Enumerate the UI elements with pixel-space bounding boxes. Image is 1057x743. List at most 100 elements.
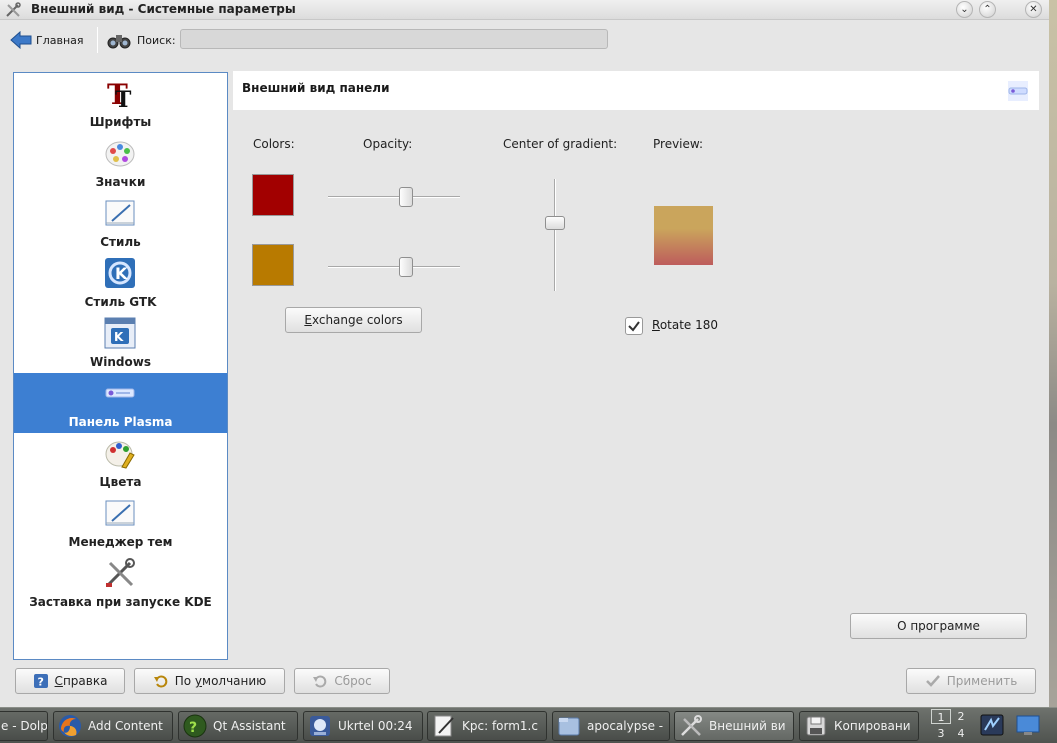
show-desktop-icon[interactable] <box>1015 712 1041 738</box>
sidebar-item-icons[interactable]: Значки <box>14 133 227 193</box>
color2-button[interactable] <box>252 244 294 286</box>
plasma-panel-icon <box>105 388 135 398</box>
plasma-panel-icon <box>1008 81 1028 101</box>
rotate-180-checkbox[interactable] <box>625 317 643 335</box>
task-qt-assistant[interactable]: ? Qt Assistant <box>178 711 298 741</box>
style-icon <box>105 200 135 226</box>
task-label: Ukrtel 00:24 <box>338 719 413 733</box>
page-title: Внешний вид панели <box>242 81 390 95</box>
task-ukrtel[interactable]: Ukrtel 00:24 <box>303 711 423 741</box>
sidebar-item-gtk-style[interactable]: K Стиль GTK <box>14 253 227 313</box>
sidebar-item-fonts[interactable]: T T Шрифты <box>14 73 227 133</box>
defaults-button[interactable]: По умолчанию <box>134 668 285 694</box>
preview-label: Preview: <box>653 137 704 151</box>
colors-icon <box>105 441 135 469</box>
pager-desktop-3[interactable]: 3 <box>931 726 951 741</box>
sidebar-item-windows[interactable]: K Windows <box>14 313 227 373</box>
reset-icon <box>313 675 327 688</box>
rotate-180-label[interactable]: Rotate 180 <box>652 318 718 332</box>
sidebar-item-label: Заставка при запуске KDE <box>29 595 212 609</box>
search-label: Поиск: <box>137 33 176 47</box>
search-label-group: Поиск: <box>107 29 176 51</box>
settings-window: Внешний вид - Системные параметры ⌄ ⌃ ✕ … <box>0 0 1049 707</box>
desktop-pager[interactable]: 1 2 3 4 <box>930 709 972 741</box>
task-copying[interactable]: Копировани <box>799 711 919 741</box>
color1-button[interactable] <box>252 174 294 216</box>
network-icon <box>310 716 330 736</box>
sidebar-item-label: Значки <box>95 175 146 189</box>
sidebar-item-label: Цвета <box>99 475 142 489</box>
toolbar-separator <box>97 27 98 53</box>
task-label: Внешний ви <box>709 719 786 733</box>
sidebar-item-colors[interactable]: Цвета <box>14 433 227 493</box>
help-icon: ? <box>33 674 48 689</box>
klipper-icon[interactable] <box>979 712 1005 738</box>
title-bar[interactable]: Внешний вид - Системные параметры ⌄ ⌃ ✕ <box>0 0 1049 20</box>
button-label: Exchange colors <box>304 313 403 327</box>
binoculars-icon <box>107 35 131 49</box>
svg-text:T: T <box>115 87 132 109</box>
sidebar-item-label: Шрифты <box>89 115 152 129</box>
button-label: Справка <box>54 674 108 688</box>
svg-text:?: ? <box>37 676 43 689</box>
splash-icon <box>106 558 135 587</box>
sidebar-item-plasma-panel[interactable]: Панель Plasma <box>14 373 227 433</box>
about-button[interactable]: О программе <box>850 613 1027 639</box>
sidebar-item-style[interactable]: Стиль <box>14 193 227 253</box>
svg-text:K: K <box>115 264 128 283</box>
windows-icon: K <box>104 317 136 349</box>
qt-assistant-icon: ? <box>183 714 207 738</box>
center-of-gradient-label: Center of gradient: <box>503 137 618 151</box>
category-sidebar[interactable]: T T Шрифты Значки Стиль K Стиль GTK K Wi… <box>13 72 228 660</box>
gradient-center-slider[interactable] <box>545 179 565 291</box>
sidebar-item-label: Стиль <box>100 235 141 249</box>
floppy-icon <box>806 716 826 736</box>
content-header: Внешний вид панели <box>233 71 1039 110</box>
slider-thumb[interactable] <box>545 216 565 230</box>
theme-manager-icon <box>105 500 135 526</box>
task-kpc[interactable]: Kpc: form1.c <box>427 711 547 741</box>
opacity2-slider[interactable] <box>328 257 460 277</box>
slider-thumb[interactable] <box>399 257 413 277</box>
chevron-up-icon: ⌃ <box>983 4 992 15</box>
button-label: По умолчанию <box>174 674 267 688</box>
arrow-left-icon <box>10 31 32 49</box>
sidebar-item-label: Стиль GTK <box>84 295 157 309</box>
slider-track <box>554 179 556 291</box>
task-appearance[interactable]: Внешний ви <box>674 711 794 741</box>
apply-button[interactable]: Применить <box>906 668 1036 694</box>
task-label: apocalypse - <box>587 719 664 733</box>
close-button[interactable]: ✕ <box>1025 1 1042 18</box>
icons-icon <box>105 141 135 167</box>
checkmark-icon <box>925 675 940 687</box>
button-label: О программе <box>897 619 980 633</box>
search-input[interactable] <box>180 29 608 49</box>
tools-icon[interactable] <box>5 2 21 18</box>
tools-icon <box>681 715 702 736</box>
minimize-button[interactable]: ⌄ <box>956 1 973 18</box>
pager-desktop-1[interactable]: 1 <box>931 709 951 724</box>
sidebar-item-splash-screen[interactable]: Заставка при запуске KDE <box>14 553 227 613</box>
home-button[interactable]: Главная <box>10 29 84 51</box>
opacity1-slider[interactable] <box>328 187 460 207</box>
task-label: Add Content <box>88 719 163 733</box>
toolbar: Главная Поиск: <box>0 21 1049 59</box>
reset-button[interactable]: Сброс <box>294 668 390 694</box>
pager-desktop-2[interactable]: 2 <box>951 709 971 724</box>
task-label: e - Dolp <box>1 719 48 733</box>
slider-thumb[interactable] <box>399 187 413 207</box>
svg-text:?: ? <box>189 720 197 736</box>
home-label: Главная <box>36 33 84 47</box>
editor-icon <box>434 715 454 737</box>
task-apocalypse[interactable]: apocalypse - <box>552 711 670 741</box>
maximize-button[interactable]: ⌃ <box>979 1 996 18</box>
firefox-icon <box>59 715 81 737</box>
sidebar-item-label: Менеджер тем <box>68 535 173 549</box>
button-label: Применить <box>946 674 1018 688</box>
task-dolphin[interactable]: e - Dolp <box>0 711 48 741</box>
sidebar-item-theme-manager[interactable]: Менеджер тем <box>14 493 227 553</box>
help-button[interactable]: ? Справка <box>15 668 125 694</box>
task-firefox[interactable]: Add Content <box>53 711 173 741</box>
pager-desktop-4[interactable]: 4 <box>951 726 971 741</box>
exchange-colors-button[interactable]: Exchange colors <box>285 307 422 333</box>
